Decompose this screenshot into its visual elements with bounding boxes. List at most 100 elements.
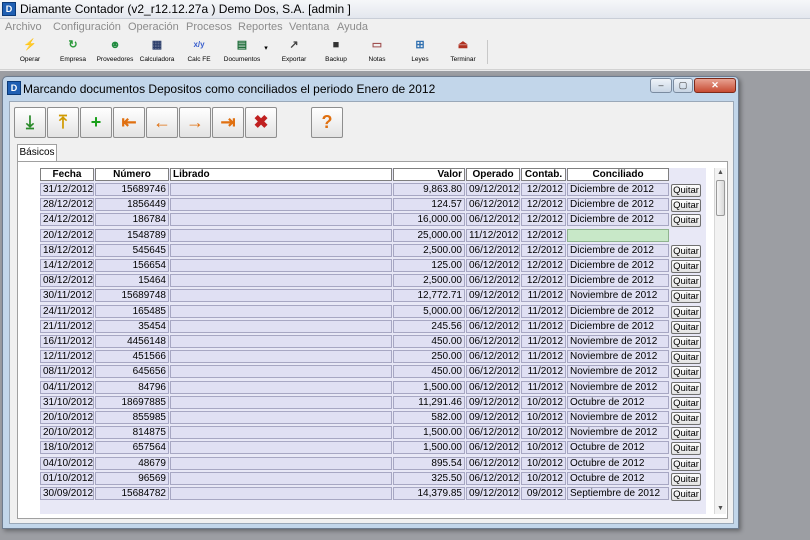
cell-contab[interactable]: 12/2012	[521, 259, 566, 272]
cell-fecha[interactable]: 28/12/2012	[40, 198, 94, 212]
quitar-button[interactable]: Quitar	[671, 381, 701, 395]
cell-valor[interactable]: 895.54	[393, 456, 465, 470]
column-header-contab[interactable]: Contab.	[521, 168, 566, 181]
cell-valor[interactable]: 14,379.85	[393, 487, 465, 500]
cell-contab[interactable]: 11/2012	[521, 350, 566, 364]
table-row[interactable]: 24/11/2012 165485 5,000.00 06/12/2012 11/201…	[40, 304, 706, 320]
cell-operado[interactable]: 06/12/2012	[466, 274, 520, 288]
quitar-button[interactable]: Quitar	[671, 396, 701, 410]
cell-librado[interactable]	[170, 395, 392, 409]
cell-conciliado[interactable]: Noviembre de 2012	[567, 411, 669, 424]
cell-numero[interactable]: 15689748	[95, 289, 169, 303]
cell-valor[interactable]: 11,291.46	[393, 395, 465, 409]
toolbar-calculadora-button[interactable]: ▦ Calculadora	[138, 38, 176, 68]
cell-librado[interactable]	[170, 319, 392, 333]
cell-operado[interactable]: 11/12/2012	[466, 228, 520, 242]
toolbar-terminar-button[interactable]: ⏏ Terminar	[446, 38, 480, 68]
cell-numero[interactable]: 451566	[95, 350, 169, 364]
cell-librado[interactable]	[170, 365, 392, 379]
table-row[interactable]: 20/12/2012 1548789 25,000.00 11/12/2012 12/2…	[40, 228, 706, 244]
cell-librado[interactable]	[170, 274, 392, 288]
scroll-up-icon[interactable]: ▲	[715, 168, 726, 178]
cell-fecha[interactable]: 31/10/2012	[40, 395, 94, 409]
toolbar-empresa-button[interactable]: ↻ Empresa	[56, 38, 90, 68]
cell-contab[interactable]: 10/2012	[521, 426, 566, 440]
tab-basicos[interactable]: Básicos	[17, 144, 57, 162]
table-row[interactable]: 08/11/2012 645656 450.00 06/12/2012 11/2012 N…	[40, 365, 706, 380]
cell-librado[interactable]	[170, 350, 392, 364]
cell-fecha[interactable]: 30/09/2012	[40, 487, 94, 500]
table-row[interactable]: 16/11/2012 4456148 450.00 06/12/2012 11/2012…	[40, 335, 706, 350]
cell-operado[interactable]: 06/12/2012	[466, 350, 520, 364]
menu-operacion[interactable]: Operación	[128, 21, 179, 33]
cell-numero[interactable]: 1856449	[95, 198, 169, 212]
table-row[interactable]: 24/12/2012 186784 16,000.00 06/12/2012 12/20…	[40, 213, 706, 228]
cell-numero[interactable]: 645656	[95, 365, 169, 379]
previous-record-button[interactable]: ←	[146, 107, 178, 138]
cell-contab[interactable]: 11/2012	[521, 319, 566, 333]
cell-valor[interactable]: 2,500.00	[393, 243, 465, 257]
cell-contab[interactable]: 12/2012	[521, 213, 566, 227]
cell-fecha[interactable]: 20/12/2012	[40, 228, 94, 242]
cell-conciliado[interactable]: Diciembre de 2012	[567, 304, 669, 318]
column-header-numero[interactable]: Número	[95, 168, 169, 181]
grid-scrollbar[interactable]: ▲ ▼	[714, 168, 726, 514]
quitar-button[interactable]: Quitar	[671, 275, 701, 289]
cell-valor[interactable]: 325.50	[393, 471, 465, 485]
cell-librado[interactable]	[170, 243, 392, 257]
column-header-valor[interactable]: Valor	[393, 168, 465, 181]
column-header-conciliado[interactable]: Conciliado	[567, 168, 669, 181]
quitar-button[interactable]: Quitar	[671, 442, 701, 456]
cell-librado[interactable]	[170, 380, 392, 394]
cell-fecha[interactable]: 04/10/2012	[40, 456, 94, 470]
cell-operado[interactable]: 06/12/2012	[466, 365, 520, 379]
cell-numero[interactable]: 96569	[95, 471, 169, 485]
cell-operado[interactable]: 06/12/2012	[466, 441, 520, 455]
cell-conciliado[interactable]: Septiembre de 2012	[567, 487, 669, 500]
toolbar-exportar-button[interactable]: ↗ Exportar	[278, 38, 310, 68]
cell-operado[interactable]: 06/12/2012	[466, 259, 520, 272]
cell-numero[interactable]: 165485	[95, 304, 169, 318]
cell-fecha[interactable]: 08/12/2012	[40, 274, 94, 288]
cell-valor[interactable]: 9,863.80	[393, 183, 465, 196]
quitar-button[interactable]: Quitar	[671, 305, 701, 319]
cell-numero[interactable]: 84796	[95, 380, 169, 394]
menu-procesos[interactable]: Procesos	[186, 21, 232, 33]
cell-numero[interactable]: 814875	[95, 426, 169, 440]
toolbar-notas-button[interactable]: ▭ Notas	[364, 38, 390, 68]
cell-fecha[interactable]: 30/11/2012	[40, 289, 94, 303]
cell-fecha[interactable]: 12/11/2012	[40, 350, 94, 364]
next-record-button[interactable]: →	[179, 107, 211, 138]
cell-librado[interactable]	[170, 198, 392, 212]
cell-librado[interactable]	[170, 228, 392, 242]
cell-librado[interactable]	[170, 487, 392, 500]
new-document-button[interactable]: +	[80, 107, 112, 138]
cell-conciliado[interactable]: Diciembre de 2012	[567, 213, 669, 227]
cell-valor[interactable]: 16,000.00	[393, 213, 465, 227]
cell-valor[interactable]: 12,772.71	[393, 289, 465, 303]
toolbar-proveedores-button[interactable]: ☻ Proveedores	[94, 38, 136, 68]
cell-operado[interactable]: 09/12/2012	[466, 487, 520, 500]
table-row[interactable]: 31/10/2012 18697885 11,291.46 09/12/2012 10/…	[40, 395, 706, 411]
minimize-button[interactable]: ‒	[650, 78, 672, 93]
cell-operado[interactable]: 09/12/2012	[466, 289, 520, 303]
cell-conciliado[interactable]: Diciembre de 2012	[567, 243, 669, 257]
quitar-button[interactable]: Quitar	[671, 336, 701, 349]
table-row[interactable]: 08/12/2012 15464 2,500.00 06/12/2012 12/2012…	[40, 274, 706, 289]
table-row[interactable]: 30/11/2012 15689748 12,772.71 09/12/2012 11/…	[40, 289, 706, 304]
import-up-button[interactable]: ⤒	[47, 107, 79, 138]
cell-operado[interactable]: 09/12/2012	[466, 411, 520, 424]
cell-numero[interactable]: 15464	[95, 274, 169, 288]
toolbar-calcfe-button[interactable]: x/y Calc FE	[184, 38, 214, 68]
cell-valor[interactable]: 250.00	[393, 350, 465, 364]
cell-conciliado[interactable]: Octubre de 2012	[567, 395, 669, 409]
cell-contab[interactable]: 11/2012	[521, 380, 566, 394]
table-row[interactable]: 18/12/2012 545645 2,500.00 06/12/2012 12/201…	[40, 243, 706, 259]
cell-valor[interactable]: 1,500.00	[393, 426, 465, 440]
cell-valor[interactable]: 124.57	[393, 198, 465, 212]
menu-configuracion[interactable]: Configuración	[53, 21, 121, 33]
table-row[interactable]: 28/12/2012 1856449 124.57 06/12/2012 12/2012…	[40, 198, 706, 213]
cell-fecha[interactable]: 04/11/2012	[40, 380, 94, 394]
close-button[interactable]: ✕	[694, 78, 736, 93]
cell-numero[interactable]: 18697885	[95, 395, 169, 409]
